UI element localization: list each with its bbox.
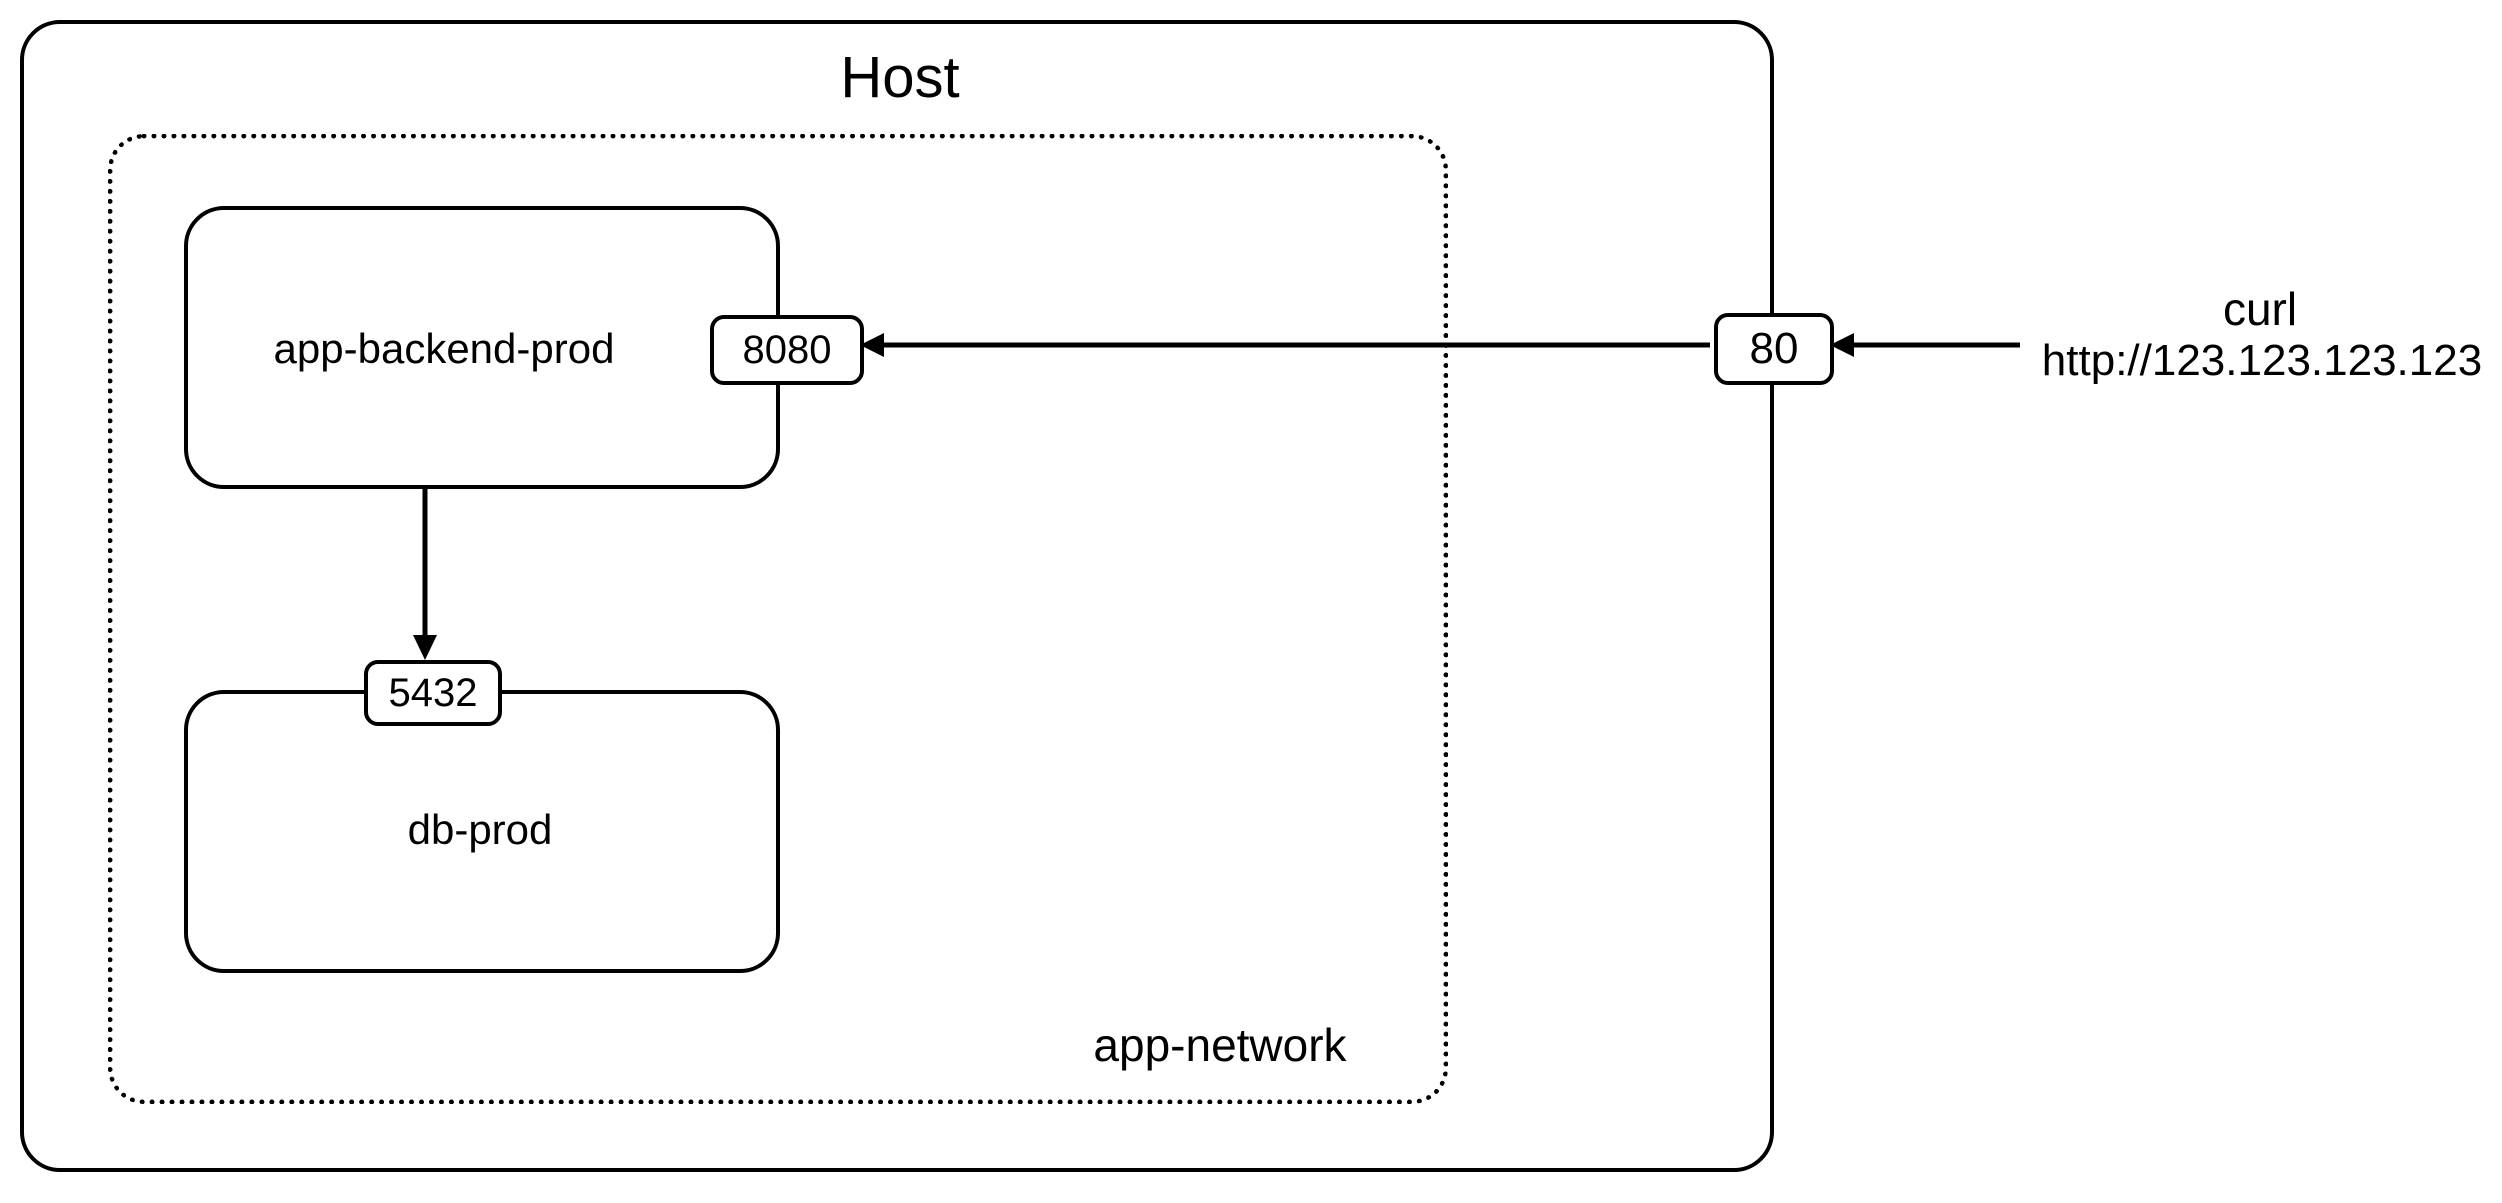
- arrow-host-to-backend: [860, 330, 1710, 370]
- arrow-backend-to-db: [410, 485, 450, 660]
- host-title: Host: [800, 44, 1000, 111]
- backend-container-label: app-backend-prod: [244, 325, 644, 373]
- host-port-badge: 80: [1714, 313, 1834, 385]
- db-container-label: db-prod: [350, 806, 610, 854]
- db-port-badge: 5432: [364, 660, 502, 726]
- client-command-line1: curl: [2080, 282, 2440, 336]
- client-command-line2: http://123.123.123.123: [2022, 336, 2502, 386]
- network-label: app-network: [1050, 1018, 1390, 1072]
- arrow-client-to-host: [1830, 330, 2020, 370]
- backend-port-badge: 8080: [710, 315, 864, 385]
- diagram-canvas: Host app-network app-backend-prod 8080 d…: [0, 0, 2502, 1203]
